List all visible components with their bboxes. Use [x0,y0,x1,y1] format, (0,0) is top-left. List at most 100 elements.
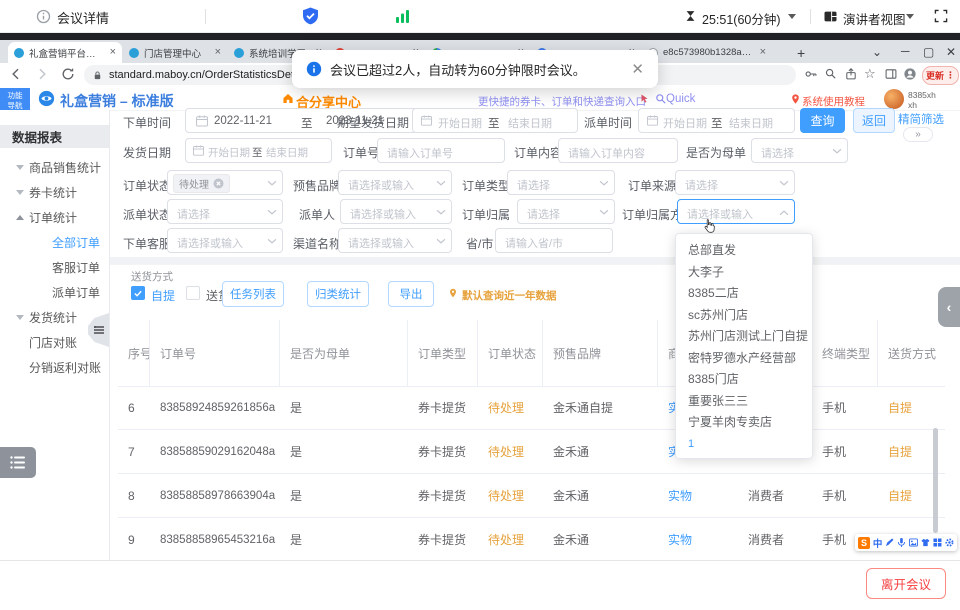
sidebar-item[interactable]: 订单统计 [0,205,109,230]
dropdown-option[interactable]: 8385门店 [676,369,812,391]
reload-icon[interactable] [60,66,76,82]
key-icon[interactable] [804,67,818,81]
table-row[interactable]: 7 83858859029162048a 是 券卡提货 待处理 金禾通 实物 消… [118,430,945,474]
meeting-list-button[interactable] [0,447,36,478]
presale-brand-select[interactable]: 请选择或输入 [338,170,452,195]
sidebar-item[interactable]: 分销返利对账 [0,355,109,380]
order-belong-select[interactable]: 请选择 [517,199,615,224]
back-icon[interactable] [8,66,24,82]
input-method-toolbar[interactable]: S 中 [855,534,957,551]
order-source-select[interactable]: 请选择 [675,170,795,195]
collapse-filter-chevrons-icon[interactable]: » [903,127,933,142]
back-button[interactable]: 返回 [853,108,895,133]
province-input[interactable]: 请输入省/市 [495,228,613,253]
user-avatar[interactable] [884,89,904,109]
expect-date-range-input[interactable]: 开始日期 至 结束日期 [412,108,578,133]
dropdown-option[interactable]: 密特罗德水产经营部 [676,348,812,370]
browser-tab[interactable]: 门店管理中心 × [123,42,227,63]
forward-icon[interactable] [34,66,50,82]
classify-stat-button[interactable]: 归类统计 [307,281,369,307]
dispatch-time-range-input[interactable]: 开始日期 至 结束日期 [638,108,795,133]
gear-icon[interactable] [945,538,954,547]
table-row[interactable]: 6 83858924859261856a 是 券卡提货 待处理 金禾通自提 实物… [118,386,945,430]
browser-tab[interactable]: 礼盒营销平台管理中心 × [8,42,122,63]
dropdown-option[interactable]: 总部直发 [676,240,812,262]
tab-close-icon[interactable]: × [760,47,766,58]
pickup-checkbox[interactable] [131,286,145,300]
timer-dropdown-icon[interactable] [788,14,796,19]
sidebar-item[interactable]: 客服订单 [0,255,109,280]
sidebar-item[interactable]: 全部订单 [0,230,109,255]
view-dropdown-icon[interactable] [906,14,914,19]
function-nav-button[interactable]: 功能 导航 [0,88,30,110]
bookmark-star-icon[interactable]: ☆ [864,66,876,82]
meeting-timer[interactable]: 25:51(60分钟) [702,9,781,28]
pickup-checkbox-label[interactable]: 自提 [151,287,175,304]
order-content-input[interactable]: 请输入订单内容 [558,138,678,163]
cell-brand: 金禾通 [543,430,658,473]
tab-close-icon[interactable]: × [215,47,221,58]
dispatch-status-select[interactable]: 请选择 [167,199,283,224]
fullscreen-icon[interactable] [933,8,949,24]
ship-date-range-input[interactable]: 开始日期 至 结束日期 [185,138,332,163]
sidebar-item[interactable]: 商品销售统计 [0,155,109,180]
order-belong-party-select[interactable]: 请选择或输入 [677,199,795,224]
zoom-icon[interactable] [824,67,838,81]
grid-icon[interactable] [933,538,942,547]
picture-icon[interactable] [909,538,918,547]
channel-select[interactable]: 请选择或输入 [338,228,452,253]
tag-close-icon[interactable] [213,178,224,189]
table-row[interactable]: 8 83858858978663904a 是 券卡提货 待处理 金禾通 实物 消… [118,474,945,518]
profile-avatar-icon[interactable] [903,67,917,81]
deliver-checkbox[interactable] [186,286,200,300]
table-scrollbar[interactable] [933,428,938,533]
search-button[interactable]: 查询 [800,108,845,133]
dropdown-pagination[interactable]: 1 [688,438,694,450]
sidebar-item[interactable]: 券卡统计 [0,180,109,205]
range-separator: 至 [252,145,263,160]
chevron-icon [16,165,24,170]
dispatcher-select[interactable]: 请选择或输入 [340,199,452,224]
table-row[interactable]: 9 83858858965453216a 是 券卡提货 待处理 金禾通 实物 消… [118,518,945,562]
order-no-input[interactable]: 请输入订单号 [377,138,505,163]
order-agent-select[interactable]: 请选择或输入 [167,228,283,253]
sogou-logo[interactable]: S [858,537,870,549]
meeting-details-button[interactable]: 会议详情 [57,8,109,27]
status-tag[interactable]: 待处理 [173,174,230,193]
view-mode-button[interactable]: 演讲者视图 [843,9,906,28]
browser-tab[interactable]: e8c573980b1328a258fd2e6f8 × [642,42,772,63]
dropdown-option[interactable]: 苏州门店测试上门自提 [676,326,812,348]
window-menu-icon[interactable]: ⌄ [872,45,882,59]
dropdown-option[interactable]: sc苏州门店 [676,305,812,327]
share-icon[interactable] [844,67,858,81]
order-type-select[interactable]: 请选择 [507,170,615,195]
window-minimize-icon[interactable]: ─ [901,44,910,58]
window-restore-icon[interactable]: ▢ [923,45,934,59]
cell-goods-link[interactable]: 实物 [658,518,738,561]
side-panel-icon[interactable] [884,67,898,81]
dropdown-option[interactable]: 大李子 [676,262,812,284]
export-button[interactable]: 导出 [388,281,434,307]
dropdown-option[interactable]: 宁夏羊肉专卖店 [676,412,812,434]
browser-update-button[interactable]: 更新⋮ [922,66,959,85]
pen-icon[interactable] [885,538,894,547]
order-status-select[interactable]: 待处理 [167,170,283,195]
new-tab-button[interactable]: + [797,45,805,61]
toast-close-icon[interactable]: ✕ [631,60,644,78]
window-close-icon[interactable]: ✕ [946,45,956,59]
sidebar-item[interactable]: 派单订单 [0,280,109,305]
tutorial-link[interactable]: 系统使用教程 [802,94,865,109]
dropdown-option[interactable]: 重要张三三 [676,391,812,413]
cell-goods-link[interactable]: 实物 [658,474,738,517]
quick-link[interactable]: Quick [666,93,695,105]
mic-icon[interactable] [897,538,906,547]
panel-expand-handle[interactable]: ‹ [938,287,960,327]
simple-filter-link[interactable]: 精简筛选 [898,111,944,127]
shirt-icon[interactable] [921,538,930,547]
leave-meeting-button[interactable]: 离开会议 [866,568,946,599]
task-list-button[interactable]: 任务列表 [222,281,284,307]
dropdown-option[interactable]: 8385二店 [676,283,812,305]
tab-close-icon[interactable]: × [110,47,116,58]
is-parent-select[interactable]: 请选择 [751,138,848,163]
chinese-mode-icon[interactable]: 中 [873,536,883,550]
